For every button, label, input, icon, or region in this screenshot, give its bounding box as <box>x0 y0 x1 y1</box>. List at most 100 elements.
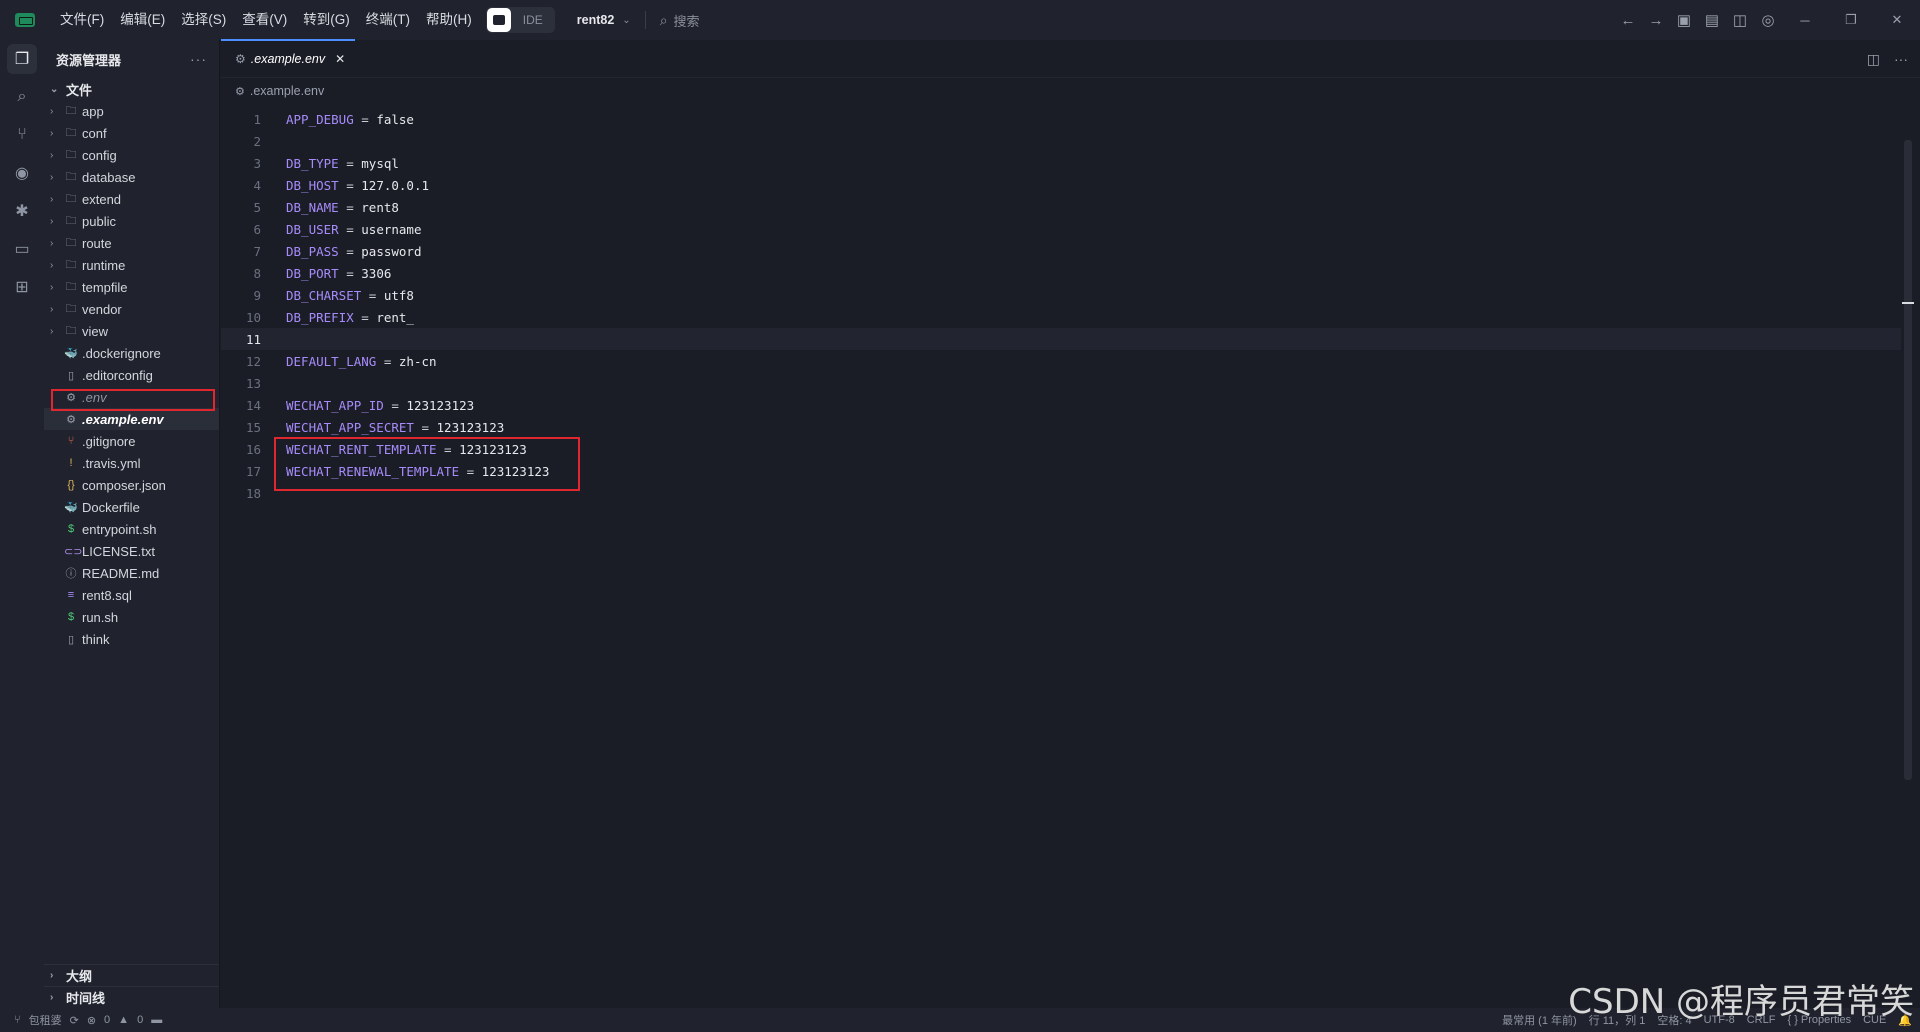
remote-explorer-icon[interactable]: ▭ <box>0 230 44 268</box>
equals-sign: = <box>459 463 482 479</box>
tree-file[interactable]: ▯ think <box>44 628 219 650</box>
tree-root[interactable]: ⌄ 文件 <box>44 78 219 100</box>
sync-icon[interactable]: ⟳ <box>70 1014 79 1027</box>
line-number: 12 <box>245 353 261 369</box>
tree-file[interactable]: ⑂ .gitignore <box>44 430 219 452</box>
toggle-secondary-sidebar-icon[interactable]: ◫ <box>1726 11 1754 29</box>
tree-folder[interactable]: › 🗀 database <box>44 166 219 188</box>
folder-icon: 🗀 <box>65 170 77 183</box>
search-icon[interactable]: ⌕ <box>0 78 44 116</box>
error-count[interactable]: 0 <box>104 1014 110 1026</box>
search-input[interactable]: ⌕ 搜索 <box>660 11 700 30</box>
tab-example-env[interactable]: ⚙ .example.env ✕ <box>221 39 356 77</box>
vertical-scrollbar[interactable] <box>1904 140 1912 780</box>
env-value: 3306 <box>361 265 392 281</box>
code-line: 17 WECHAT_RENEWAL_TEMPLATE = 123123123 <box>221 460 1901 482</box>
project-name[interactable]: rent82 <box>577 13 615 27</box>
outline-section[interactable]: › 大纲 <box>44 964 219 986</box>
folder-icon: 🗀 <box>65 302 77 315</box>
env-value: utf8 <box>383 287 414 303</box>
code-line: 9 DB_CHARSET = utf8 <box>221 284 1901 306</box>
line-content: DB_CHARSET = utf8 <box>261 288 414 303</box>
line-number: 8 <box>253 265 261 281</box>
env-value: mysql <box>361 155 399 171</box>
menu-item[interactable]: 终端(T) <box>358 0 418 40</box>
tree-folder[interactable]: › 🗀 runtime <box>44 254 219 276</box>
env-key: WECHAT_RENEWAL_TEMPLATE <box>286 463 460 479</box>
gear-icon: ⚙ <box>66 391 76 404</box>
tree-folder[interactable]: › 🗀 app <box>44 100 219 122</box>
close-icon[interactable]: ✕ <box>335 52 345 66</box>
tree-folder[interactable]: › 🗀 conf <box>44 122 219 144</box>
menu-item[interactable]: 编辑(E) <box>112 0 173 40</box>
restore-icon[interactable]: ❐ <box>1828 12 1874 28</box>
tree-file[interactable]: ⚙ .env <box>44 386 219 408</box>
forward-arrow-icon[interactable]: → <box>1642 12 1670 29</box>
extensions-icon[interactable]: ⊞ <box>0 268 44 306</box>
menu-item[interactable]: 选择(S) <box>173 0 234 40</box>
toggle-sidebar-icon[interactable]: ▣ <box>1670 11 1698 29</box>
title-bar: 文件(F) 编辑(E) 选择(S) 查看(V) 转到(G) 终端(T) 帮助(H) IDE … <box>0 0 1920 40</box>
toggle-panel-icon[interactable]: ▤ <box>1698 11 1726 29</box>
branch-name[interactable]: 包租婆 <box>29 1012 62 1028</box>
menu-item[interactable]: 转到(G) <box>295 0 358 40</box>
menu-item[interactable]: 文件(F) <box>52 0 112 40</box>
tree-folder[interactable]: › 🗀 config <box>44 144 219 166</box>
tree-file[interactable]: $ run.sh <box>44 606 219 628</box>
tree-file[interactable]: ▯ .editorconfig <box>44 364 219 386</box>
tree-item-label: .env <box>82 389 107 405</box>
chevron-right-icon: › <box>50 171 54 183</box>
tree-file[interactable]: ⚙ .example.env <box>44 408 219 430</box>
tree-file[interactable]: 🐳 .dockerignore <box>44 342 219 364</box>
tree-file[interactable]: $ entrypoint.sh <box>44 518 219 540</box>
split-editor-icon[interactable]: ◫ <box>1867 51 1880 68</box>
code-line: 15 WECHAT_APP_SECRET = 123123123 <box>221 416 1901 438</box>
chevron-down-icon[interactable]: ⌄ <box>622 15 630 26</box>
back-arrow-icon[interactable]: ← <box>1614 12 1642 29</box>
timeline-section[interactable]: › 时间线 <box>44 986 219 1008</box>
error-icon: ⊗ <box>86 1014 97 1027</box>
tree-file[interactable]: ! .travis.yml <box>44 452 219 474</box>
status-item[interactable]: 最常用 (1 年前) <box>1502 1012 1577 1028</box>
code-editor[interactable]: 1 APP_DEBUG = false 2 3 DB_TYPE = mysql 4 DB_H… <box>221 108 1901 504</box>
warning-count[interactable]: 0 <box>137 1014 143 1026</box>
tree-folder[interactable]: › 🗀 vendor <box>44 298 219 320</box>
code-line: 12 DEFAULT_LANG = zh-cn <box>221 350 1901 372</box>
terminal-icon[interactable]: ▬ <box>151 1014 162 1026</box>
menu-item[interactable]: 帮助(H) <box>418 0 480 40</box>
tree-file[interactable]: 🐳 Dockerfile <box>44 496 219 518</box>
env-value: rent_ <box>376 309 414 325</box>
source-control-icon[interactable]: ⑂ <box>0 116 44 154</box>
env-value: rent8 <box>361 199 399 215</box>
line-content: WECHAT_RENEWAL_TEMPLATE = 123123123 <box>261 464 549 479</box>
tree-item-label: README.md <box>82 565 160 581</box>
tree-folder[interactable]: › 🗀 route <box>44 232 219 254</box>
outline-label: 大纲 <box>66 969 93 984</box>
tree-item-label: Dockerfile <box>82 499 140 515</box>
debug-icon[interactable]: ✱ <box>0 192 44 230</box>
more-actions-icon[interactable]: ··· <box>1894 51 1908 67</box>
account-icon[interactable]: ◎ <box>1754 11 1782 29</box>
line-number: 5 <box>253 199 261 215</box>
tree-folder[interactable]: › 🗀 view <box>44 320 219 342</box>
menu-item[interactable]: 查看(V) <box>234 0 295 40</box>
tree-item-label: database <box>82 169 136 185</box>
breadcrumb-file[interactable]: .example.env <box>250 84 324 98</box>
eye-icon[interactable]: ◉ <box>0 154 44 192</box>
explorer-icon[interactable]: ❐ <box>0 40 44 78</box>
tree-folder[interactable]: › 🗀 public <box>44 210 219 232</box>
minimize-icon[interactable]: ─ <box>1782 13 1828 28</box>
equals-sign: = <box>436 441 460 457</box>
tree-folder[interactable]: › 🗀 extend <box>44 188 219 210</box>
close-icon[interactable]: ✕ <box>1874 12 1920 28</box>
tree-file[interactable]: ⊂⊃ LICENSE.txt <box>44 540 219 562</box>
more-actions-icon[interactable]: ··· <box>190 51 207 67</box>
tree-file[interactable]: ⓘ README.md <box>44 562 219 584</box>
tree-file[interactable]: ≡ rent8.sql <box>44 584 219 606</box>
sidebar-title: 资源管理器 <box>56 52 122 68</box>
watermark: CSDN @程序员君常笑 <box>1568 982 1914 1022</box>
menu-bar: 文件(F) 编辑(E) 选择(S) 查看(V) 转到(G) 终端(T) 帮助(H) <box>52 0 480 40</box>
tree-file[interactable]: {} composer.json <box>44 474 219 496</box>
ide-mode-switch[interactable]: IDE <box>485 7 555 33</box>
tree-folder[interactable]: › 🗀 tempfile <box>44 276 219 298</box>
